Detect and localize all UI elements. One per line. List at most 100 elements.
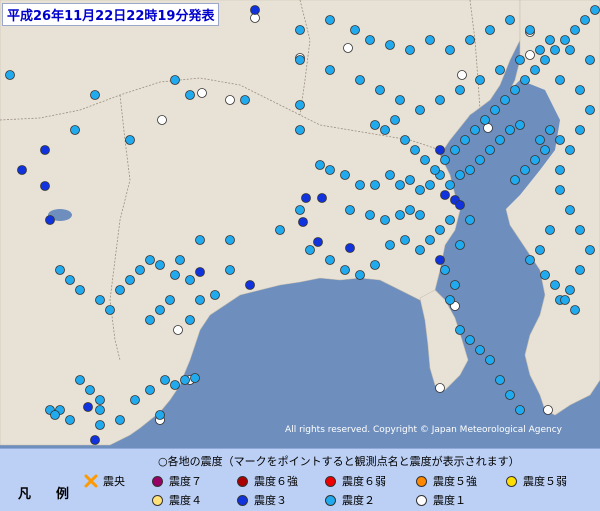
station-intensity-2[interactable]: [55, 265, 65, 275]
station-intensity-2[interactable]: [500, 95, 510, 105]
station-intensity-1[interactable]: [457, 70, 467, 80]
station-intensity-2[interactable]: [145, 255, 155, 265]
station-intensity-2[interactable]: [425, 235, 435, 245]
station-intensity-2[interactable]: [475, 345, 485, 355]
station-intensity-2[interactable]: [475, 155, 485, 165]
station-intensity-2[interactable]: [405, 45, 415, 55]
station-intensity-2[interactable]: [75, 285, 85, 295]
station-intensity-2[interactable]: [490, 105, 500, 115]
station-intensity-2[interactable]: [340, 265, 350, 275]
station-intensity-3[interactable]: [435, 145, 445, 155]
station-intensity-2[interactable]: [415, 245, 425, 255]
station-intensity-2[interactable]: [155, 260, 165, 270]
station-intensity-3[interactable]: [301, 193, 311, 203]
station-intensity-2[interactable]: [455, 240, 465, 250]
station-intensity-2[interactable]: [560, 295, 570, 305]
station-intensity-2[interactable]: [295, 100, 305, 110]
station-intensity-3[interactable]: [40, 145, 50, 155]
station-intensity-2[interactable]: [435, 95, 445, 105]
station-intensity-2[interactable]: [295, 55, 305, 65]
station-intensity-2[interactable]: [425, 180, 435, 190]
station-intensity-2[interactable]: [480, 115, 490, 125]
station-intensity-2[interactable]: [345, 205, 355, 215]
station-intensity-2[interactable]: [485, 145, 495, 155]
station-intensity-2[interactable]: [530, 155, 540, 165]
station-intensity-2[interactable]: [415, 210, 425, 220]
station-intensity-2[interactable]: [450, 280, 460, 290]
station-intensity-2[interactable]: [570, 305, 580, 315]
station-intensity-2[interactable]: [445, 215, 455, 225]
station-intensity-2[interactable]: [545, 225, 555, 235]
station-intensity-2[interactable]: [185, 315, 195, 325]
station-intensity-2[interactable]: [385, 170, 395, 180]
station-intensity-2[interactable]: [545, 125, 555, 135]
station-intensity-2[interactable]: [540, 145, 550, 155]
station-intensity-2[interactable]: [65, 275, 75, 285]
station-intensity-3[interactable]: [245, 280, 255, 290]
station-intensity-2[interactable]: [225, 265, 235, 275]
station-intensity-2[interactable]: [340, 170, 350, 180]
station-intensity-2[interactable]: [520, 165, 530, 175]
station-intensity-2[interactable]: [460, 135, 470, 145]
station-intensity-2[interactable]: [555, 165, 565, 175]
station-intensity-1[interactable]: [157, 115, 167, 125]
station-intensity-3[interactable]: [435, 255, 445, 265]
station-intensity-2[interactable]: [575, 85, 585, 95]
station-intensity-2[interactable]: [515, 120, 525, 130]
station-intensity-3[interactable]: [440, 190, 450, 200]
station-intensity-2[interactable]: [495, 375, 505, 385]
station-intensity-2[interactable]: [370, 260, 380, 270]
station-intensity-2[interactable]: [555, 185, 565, 195]
station-intensity-2[interactable]: [50, 410, 60, 420]
station-intensity-2[interactable]: [240, 95, 250, 105]
station-intensity-2[interactable]: [325, 165, 335, 175]
station-intensity-2[interactable]: [195, 295, 205, 305]
station-intensity-2[interactable]: [585, 245, 595, 255]
station-intensity-2[interactable]: [195, 235, 205, 245]
station-intensity-2[interactable]: [540, 270, 550, 280]
station-intensity-3[interactable]: [250, 5, 260, 15]
station-intensity-2[interactable]: [130, 395, 140, 405]
station-intensity-2[interactable]: [385, 40, 395, 50]
station-intensity-2[interactable]: [315, 160, 325, 170]
station-intensity-3[interactable]: [40, 181, 50, 191]
station-intensity-2[interactable]: [530, 65, 540, 75]
station-intensity-2[interactable]: [505, 390, 515, 400]
station-intensity-2[interactable]: [485, 25, 495, 35]
station-intensity-2[interactable]: [325, 255, 335, 265]
station-intensity-2[interactable]: [380, 125, 390, 135]
station-intensity-2[interactable]: [90, 90, 100, 100]
station-intensity-2[interactable]: [210, 290, 220, 300]
station-intensity-2[interactable]: [565, 45, 575, 55]
station-intensity-2[interactable]: [295, 205, 305, 215]
station-intensity-2[interactable]: [85, 385, 95, 395]
station-intensity-2[interactable]: [115, 285, 125, 295]
station-intensity-2[interactable]: [455, 170, 465, 180]
station-intensity-2[interactable]: [95, 405, 105, 415]
station-intensity-2[interactable]: [170, 380, 180, 390]
station-intensity-3[interactable]: [313, 237, 323, 247]
station-intensity-2[interactable]: [505, 15, 515, 25]
station-intensity-2[interactable]: [590, 5, 600, 15]
station-intensity-1[interactable]: [543, 405, 553, 415]
station-intensity-2[interactable]: [450, 145, 460, 155]
station-intensity-2[interactable]: [390, 115, 400, 125]
station-intensity-2[interactable]: [125, 275, 135, 285]
station-intensity-3[interactable]: [17, 165, 27, 175]
station-intensity-2[interactable]: [505, 125, 515, 135]
station-intensity-2[interactable]: [355, 270, 365, 280]
station-intensity-2[interactable]: [525, 25, 535, 35]
station-intensity-3[interactable]: [45, 215, 55, 225]
station-intensity-2[interactable]: [455, 325, 465, 335]
station-intensity-2[interactable]: [420, 155, 430, 165]
station-intensity-3[interactable]: [455, 200, 465, 210]
station-intensity-2[interactable]: [395, 95, 405, 105]
station-intensity-2[interactable]: [180, 375, 190, 385]
station-intensity-2[interactable]: [475, 75, 485, 85]
station-intensity-2[interactable]: [95, 395, 105, 405]
station-intensity-2[interactable]: [95, 295, 105, 305]
station-intensity-2[interactable]: [540, 55, 550, 65]
station-intensity-2[interactable]: [375, 85, 385, 95]
station-intensity-3[interactable]: [317, 193, 327, 203]
station-intensity-2[interactable]: [275, 225, 285, 235]
